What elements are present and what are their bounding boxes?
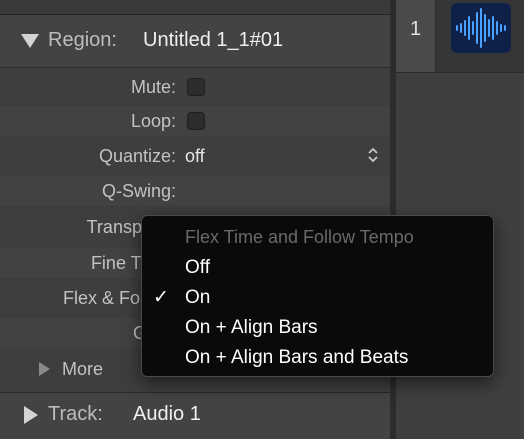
loop-row: Loop: (0, 106, 390, 136)
loop-label: Loop: (130, 111, 176, 131)
menu-item-off[interactable]: Off (142, 253, 493, 283)
region-label: Region: (48, 29, 117, 51)
track-number: 1 (409, 18, 422, 40)
menu-item-on[interactable]: ✓ On (142, 283, 493, 313)
menu-item-label: On (185, 287, 211, 308)
menu-section-title: Flex Time and Follow Tempo (185, 227, 414, 247)
track-header[interactable]: Track: Audio 1 (0, 392, 390, 439)
track-number-cell[interactable]: 1 (396, 0, 436, 73)
quantize-row: Quantize: off (0, 141, 390, 171)
menu-item-on-align-bars-beats[interactable]: On + Align Bars and Beats (142, 343, 493, 373)
more-label: More (62, 359, 104, 379)
track-name: Audio 1 (133, 403, 201, 425)
mute-checkbox[interactable] (187, 78, 205, 96)
qswing-row: Q-Swing: (0, 176, 390, 206)
menu-item-label: On + Align Bars (185, 317, 318, 338)
quantize-label: Quantize: (98, 146, 176, 166)
menu-item-label: On + Align Bars and Beats (185, 347, 409, 368)
checkmark-icon: ✓ (153, 287, 169, 308)
mute-row: Mute: (0, 72, 390, 102)
track-header-strip[interactable] (436, 0, 524, 73)
inspector-top-strip (0, 0, 390, 15)
updown-arrows-icon[interactable] (366, 145, 380, 165)
qswing-label: Q-Swing: (101, 181, 176, 201)
flex-follow-popup-menu: Flex Time and Follow Tempo Off ✓ On On +… (141, 215, 494, 377)
menu-item-on-align-bars[interactable]: On + Align Bars (142, 313, 493, 343)
disclosure-triangle-closed-icon[interactable] (39, 362, 50, 376)
loop-checkbox[interactable] (187, 112, 205, 130)
track-label: Track: (48, 403, 103, 425)
disclosure-triangle-open-icon[interactable] (21, 34, 39, 48)
region-name: Untitled 1_1#01 (143, 29, 284, 51)
menu-item-label: Off (185, 257, 210, 278)
disclosure-triangle-closed-icon[interactable] (24, 406, 38, 424)
mute-label: Mute: (130, 77, 176, 97)
audio-waveform-icon (451, 3, 511, 53)
quantize-popup[interactable]: off (185, 146, 205, 167)
region-header[interactable]: Region: Untitled 1_1#01 (0, 15, 390, 68)
